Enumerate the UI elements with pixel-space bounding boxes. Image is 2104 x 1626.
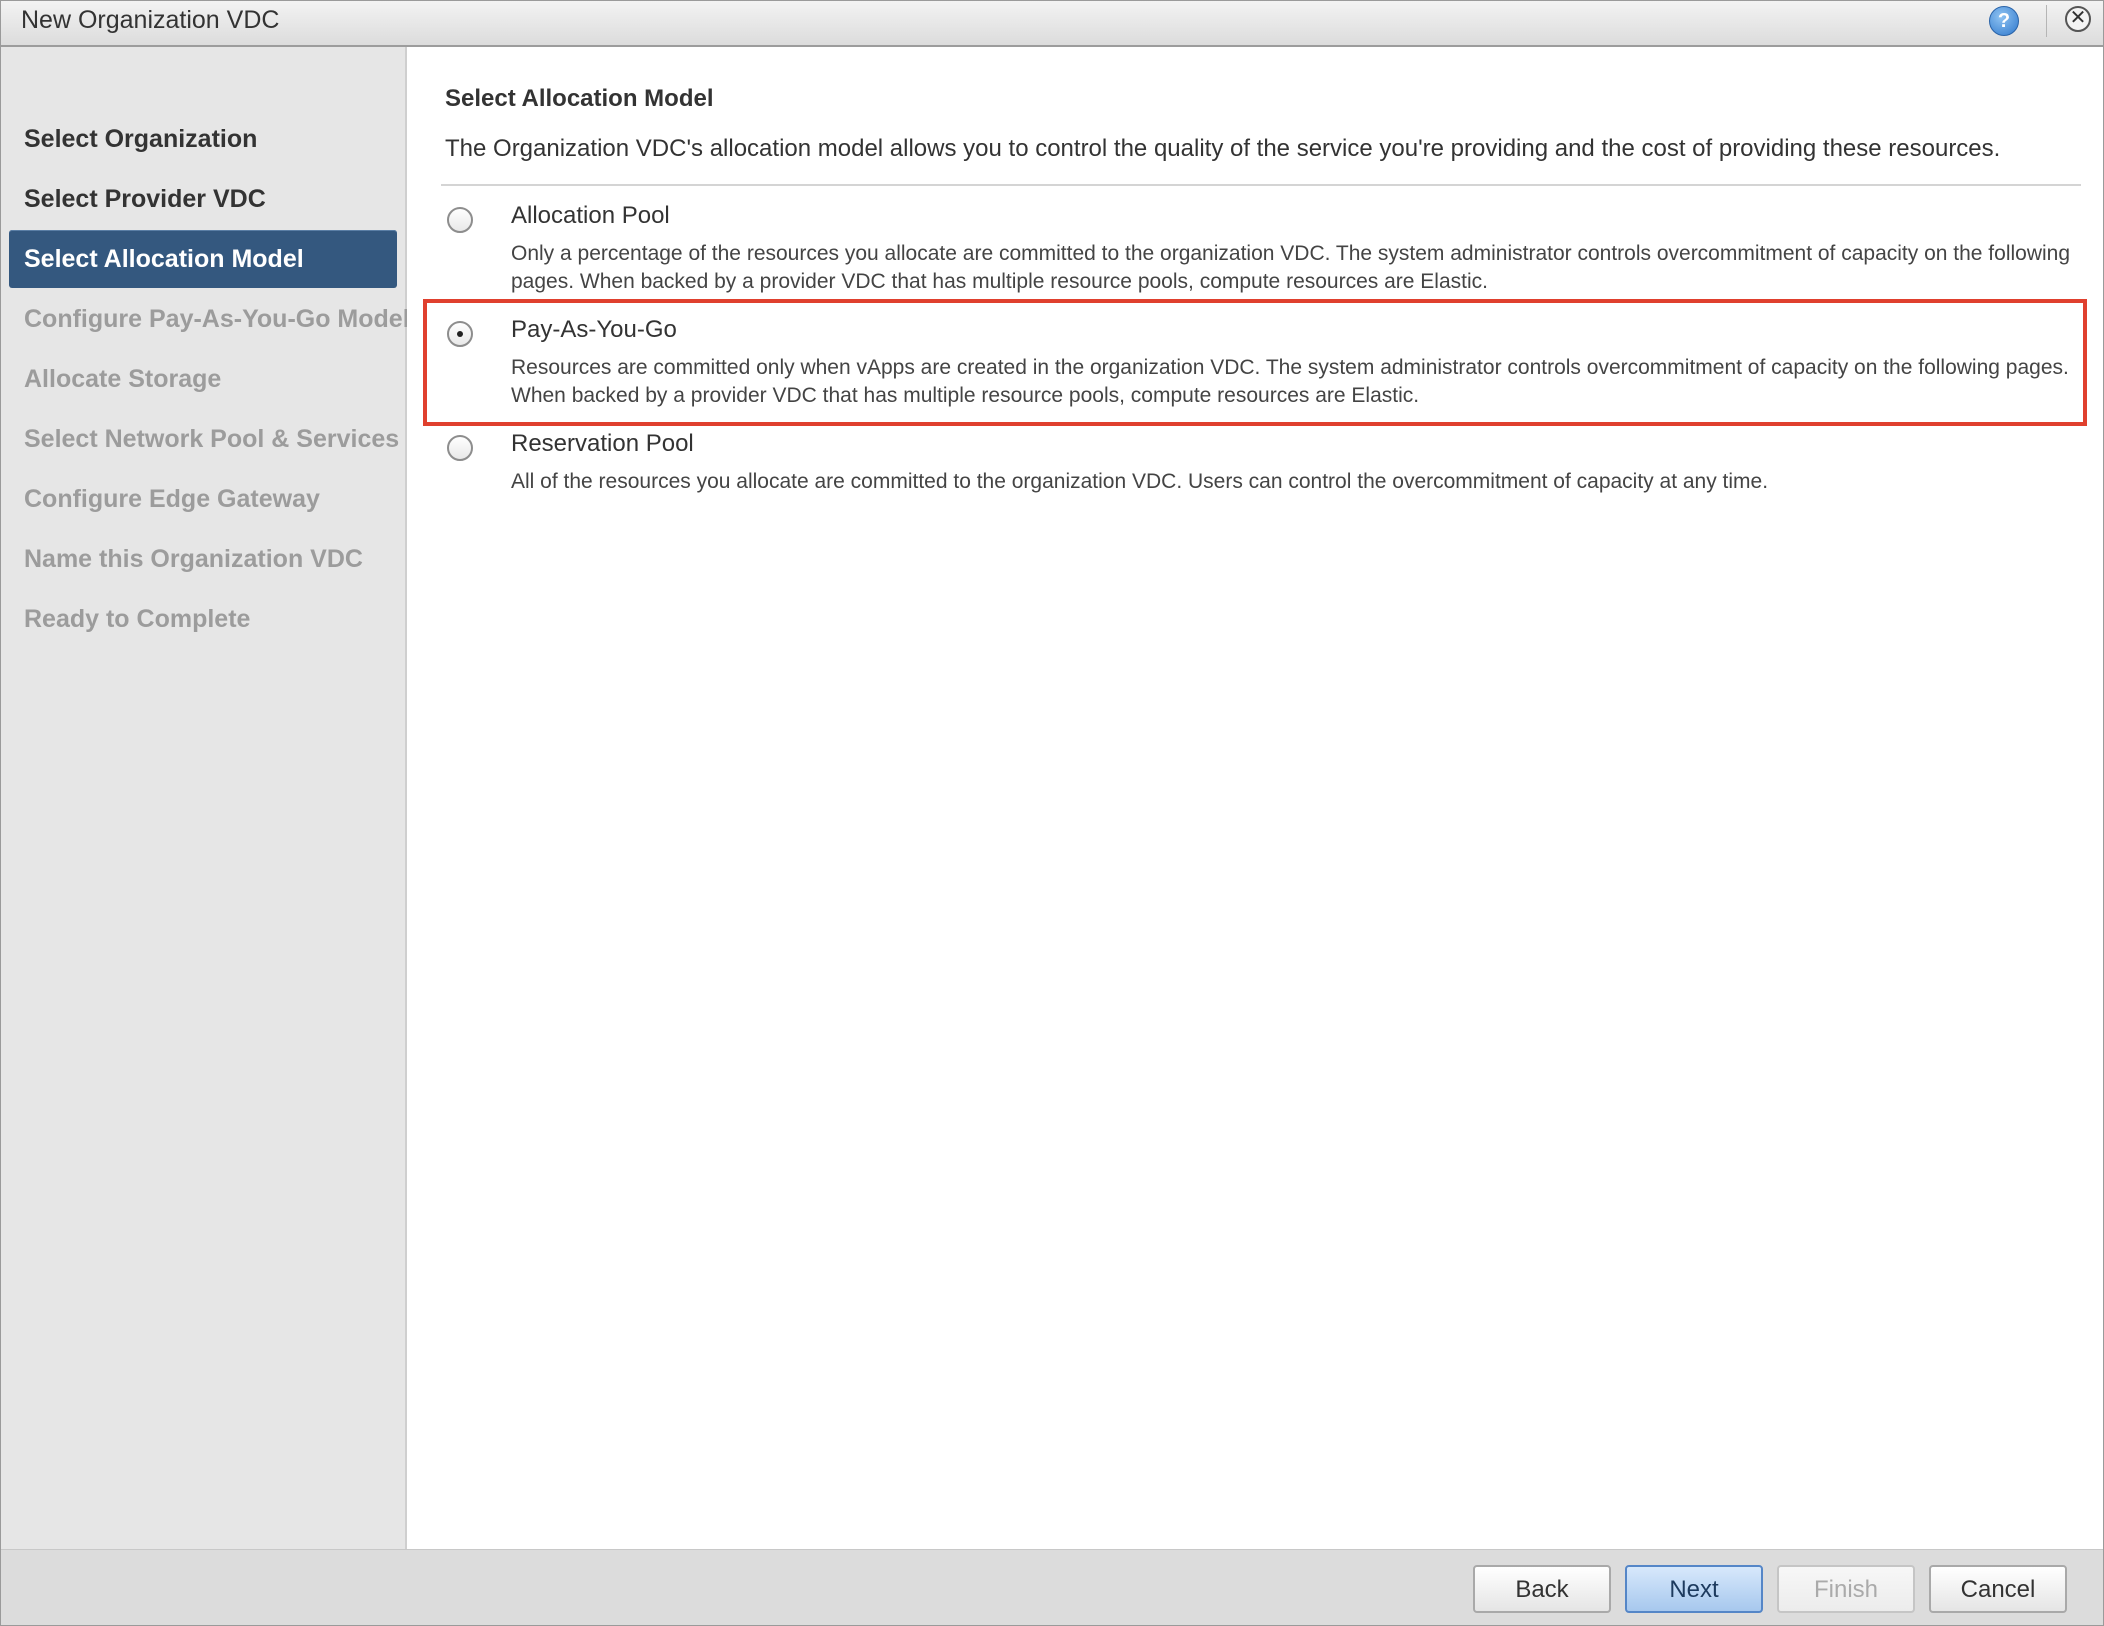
help-icon[interactable]: ? [1989,6,2019,36]
reservation-pool-radio[interactable] [447,435,473,461]
page-description: The Organization VDC's allocation model … [445,135,2001,162]
close-icon[interactable]: ✕ [2065,6,2091,32]
step-ready-to-complete: Ready to Complete [24,605,251,633]
dialog-footer: Back Next Finish Cancel [1,1549,2103,1625]
back-button[interactable]: Back [1473,1565,1611,1613]
allocation-pool-radio[interactable] [447,207,473,233]
next-button[interactable]: Next [1625,1565,1763,1613]
wizard-steps-sidebar: Select Organization Select Provider VDC … [1,47,410,1549]
new-org-vdc-dialog: New Organization VDC ? ✕ Select Organiza… [0,0,2104,1626]
annotation-highlight-box [423,299,2087,426]
step-select-network-pool-services: Select Network Pool & Services [24,425,400,453]
page-title: Select Allocation Model [445,85,714,112]
divider [441,184,2081,186]
title-bar-separator [2046,5,2047,37]
step-configure-edge-gateway: Configure Edge Gateway [24,485,320,513]
step-name-org-vdc: Name this Organization VDC [24,545,363,573]
option-label[interactable]: Allocation Pool [511,202,670,230]
step-select-allocation-model[interactable]: Select Allocation Model [9,230,397,288]
step-select-organization[interactable]: Select Organization [9,110,397,168]
step-configure-pay-as-you-go-model: Configure Pay-As-You-Go Model [24,305,410,333]
dialog-title: New Organization VDC [21,6,280,34]
option-description: Only a percentage of the resources you a… [511,242,2071,293]
finish-button: Finish [1777,1565,1915,1613]
option-label[interactable]: Reservation Pool [511,430,694,458]
title-bar: New Organization VDC ? ✕ [1,1,2103,47]
step-select-provider-vdc[interactable]: Select Provider VDC [9,170,397,228]
option-description: All of the resources you allocate are co… [511,470,1769,493]
cancel-button[interactable]: Cancel [1929,1565,2067,1613]
main-panel: Select Allocation Model The Organization… [407,47,2103,1549]
step-allocate-storage: Allocate Storage [24,365,222,393]
